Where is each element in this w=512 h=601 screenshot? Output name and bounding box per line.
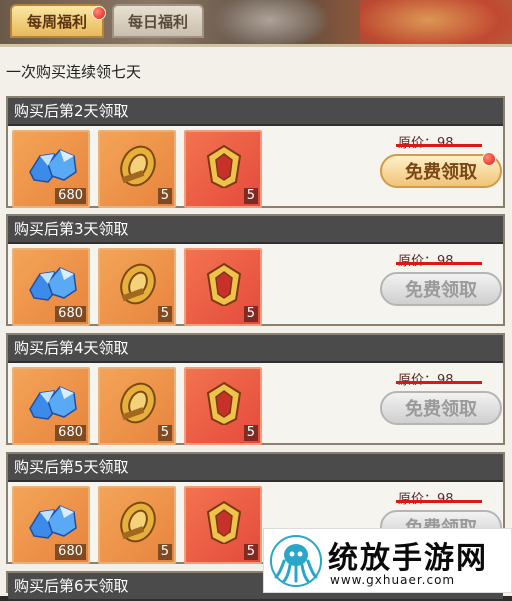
original-price: 原价：98 — [398, 369, 454, 388]
notification-dot-icon — [482, 152, 496, 166]
reward-item-ring[interactable]: 5 — [98, 367, 176, 445]
notification-dot-icon — [92, 6, 106, 20]
site-watermark: 统放手游网 www.gxhuaer.com — [263, 528, 512, 593]
watermark-site-name: 统放手游网 — [328, 541, 488, 576]
original-price: 原价：98 — [398, 488, 454, 507]
gold-ring-icon — [120, 263, 156, 305]
item-count: 5 — [157, 425, 172, 441]
item-count: 680 — [55, 188, 86, 204]
gold-emblem-icon — [206, 500, 242, 544]
price-strikethrough — [396, 500, 482, 503]
gold-ring-icon — [120, 501, 156, 543]
item-count: 5 — [243, 544, 258, 560]
reward-item-ring[interactable]: 5 — [98, 486, 176, 564]
tab-daily-benefits[interactable]: 每日福利 — [112, 4, 204, 38]
top-banner: 每周福利 每日福利 — [0, 0, 512, 44]
claim-button-label: 免费领取 — [405, 280, 477, 301]
item-count: 5 — [157, 544, 172, 560]
reward-item-gems[interactable]: 680 — [12, 367, 90, 445]
item-count: 5 — [243, 306, 258, 322]
reward-item-emblem[interactable]: 5 — [184, 367, 262, 445]
reward-item-ring[interactable]: 5 — [98, 248, 176, 326]
tab-label: 每周福利 — [26, 12, 87, 31]
item-count: 5 — [243, 188, 258, 204]
octopus-logo-icon — [270, 535, 322, 587]
price-strikethrough — [396, 262, 482, 265]
reward-row-day-3: 购买后第3天领取 680 5 5 原价：98 免费领取 — [6, 214, 505, 326]
price-strikethrough — [396, 381, 482, 384]
item-count: 5 — [157, 188, 172, 204]
free-claim-button[interactable]: 免费领取 — [380, 272, 502, 306]
reward-item-ring[interactable]: 5 — [98, 130, 176, 208]
item-count: 680 — [55, 544, 86, 560]
blue-gem-icon — [29, 267, 77, 301]
reward-item-emblem[interactable]: 5 — [184, 130, 262, 208]
item-count: 5 — [157, 306, 172, 322]
price-strikethrough — [396, 144, 482, 147]
reward-row-day-4: 购买后第4天领取 680 5 5 原价：98 免费领取 — [6, 333, 505, 445]
reward-item-gems[interactable]: 680 — [12, 486, 90, 564]
blue-gem-icon — [29, 505, 77, 539]
page-subtitle: 一次购买连续领七天 — [6, 63, 142, 81]
banner-character-art — [360, 0, 512, 44]
reward-item-emblem[interactable]: 5 — [184, 486, 262, 564]
banner-character-art — [210, 0, 330, 44]
blue-gem-icon — [29, 149, 77, 183]
original-price: 原价：98 — [398, 250, 454, 269]
reward-item-emblem[interactable]: 5 — [184, 248, 262, 326]
claim-button-label: 免费领取 — [405, 399, 477, 420]
reward-row-day-2: 购买后第2天领取 680 5 5 原价：98 免费领取 — [6, 96, 505, 208]
row-title: 购买后第2天领取 — [8, 98, 503, 126]
gold-emblem-icon — [206, 262, 242, 306]
original-price: 原价：98 — [398, 132, 454, 151]
row-title: 购买后第4天领取 — [8, 335, 503, 363]
blue-gem-icon — [29, 386, 77, 420]
claim-button-label: 免费领取 — [405, 162, 477, 183]
free-claim-button[interactable]: 免费领取 — [380, 391, 502, 425]
tab-weekly-benefits[interactable]: 每周福利 — [10, 4, 104, 38]
gold-ring-icon — [120, 145, 156, 187]
gold-emblem-icon — [206, 144, 242, 188]
row-title: 购买后第5天领取 — [8, 454, 503, 482]
gold-ring-icon — [120, 382, 156, 424]
item-count: 680 — [55, 306, 86, 322]
row-title: 购买后第3天领取 — [8, 216, 503, 244]
reward-item-gems[interactable]: 680 — [12, 248, 90, 326]
watermark-url: www.gxhuaer.com — [330, 573, 456, 587]
item-count: 5 — [243, 425, 258, 441]
item-count: 680 — [55, 425, 86, 441]
gold-emblem-icon — [206, 381, 242, 425]
tab-label: 每日福利 — [127, 12, 188, 31]
reward-item-gems[interactable]: 680 — [12, 130, 90, 208]
